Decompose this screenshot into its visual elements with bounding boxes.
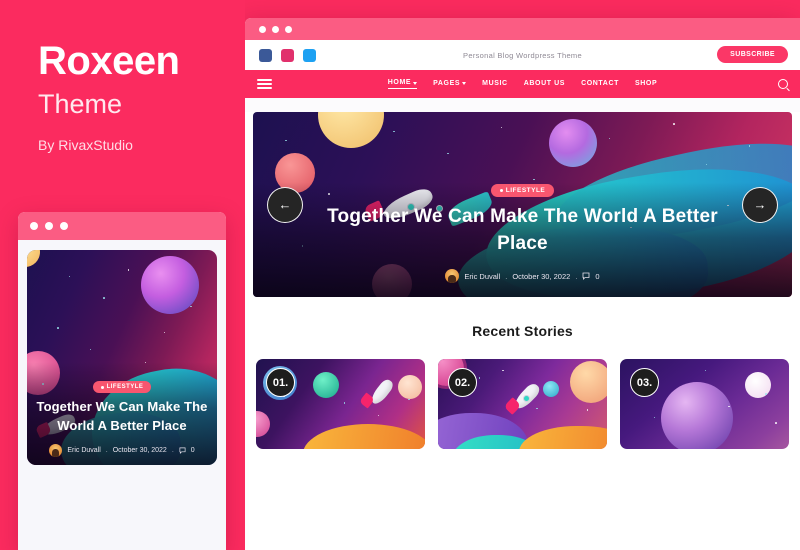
story-grid: 01. 02. 03. [245,341,800,449]
avatar [445,269,460,283]
nav-item-home[interactable]: HOME [387,79,418,89]
meta-separator-2: . [171,447,174,454]
twitter-icon[interactable] [303,48,316,62]
nav-item-music[interactable]: MUSIC [482,80,508,89]
orange-ring [303,423,425,449]
recent-heading-wrap: Recent Stories [245,323,800,341]
window-dot-close[interactable] [259,25,266,33]
window-dot-maximize[interactable] [60,222,68,230]
planet-cream [397,375,422,400]
hero-title[interactable]: Together We Can Make The World A Better … [323,204,723,258]
planet-pink [256,411,271,438]
search-icon[interactable] [778,79,788,89]
site-topbar: Personal Blog Wordpress Theme SUBSCRIBE [245,40,800,70]
badge-dot-icon [100,385,104,389]
post-date: October 30, 2022 [512,271,571,281]
nav-label: HOME [387,79,412,86]
avatar [49,444,63,457]
nav-label: SHOP [634,79,658,87]
menu-icon[interactable] [257,79,272,89]
brand-subtitle: Theme [38,89,123,119]
chevron-down-icon [462,82,467,85]
story-card[interactable]: 03. [620,359,789,449]
browser-chrome-bar [245,18,800,40]
post-date: October 30, 2022 [112,447,167,454]
nav-item-about-us[interactable]: ABOUT US [524,80,565,89]
badge-dot-icon [499,189,503,193]
promo-column: Roxeen Theme By RivaxStudio LIFESTYLE To… [0,0,245,550]
rocket-window [522,395,530,402]
nav-label: CONTACT [581,79,619,87]
brand-author: By RivaxStudio [38,136,133,153]
window-dot-close[interactable] [30,222,38,230]
window-dot-minimize[interactable] [272,25,279,33]
recent-stories-section: Recent Stories 01. 02. 03. [245,297,800,449]
planet-cyan [542,380,559,397]
mobile-mockup: LIFESTYLE Together We Can Make The World… [18,212,226,550]
facebook-icon[interactable] [259,48,272,62]
mobile-bottom-strip [18,465,226,531]
author-name[interactable]: Eric Duvall [464,272,500,281]
badge-label: LIFESTYLE [505,187,546,195]
window-dot-maximize[interactable] [285,25,292,33]
story-number: 03. [630,368,659,397]
hero-overlay: LIFESTYLE Together We Can Make The World… [253,112,792,297]
mobile-chrome-bar [18,212,226,240]
story-card[interactable]: 02. [438,359,607,449]
nav-label: PAGES [433,79,461,87]
hero-category-badge[interactable]: LIFESTYLE [490,184,555,198]
nav-label: ABOUT US [523,79,566,87]
nav-item-shop[interactable]: SHOP [635,80,657,89]
mobile-card-title[interactable]: Together We Can Make The World A Better … [27,398,217,436]
planet-green [313,371,340,398]
meta-separator: . [105,447,108,454]
nav-item-pages[interactable]: PAGES [433,79,467,89]
orange-wave [519,425,607,449]
category-badge[interactable]: LIFESTYLE [92,381,152,394]
mobile-card-overlay: LIFESTYLE Together We Can Make The World… [27,361,217,465]
instagram-icon[interactable] [281,48,294,62]
brand-title: Roxeen [38,39,180,83]
chevron-down-icon [413,81,418,85]
slider-prev-button[interactable]: ← [267,186,303,223]
comment-count: 0 [595,271,600,281]
planet-peach [569,360,607,403]
nav-menu: HOME PAGES MUSIC ABOUT US CONTACT SHOP [245,79,800,89]
nav-label: MUSIC [482,79,508,87]
planet-yellow [27,250,40,268]
planet-large-purple [660,382,733,449]
comment-icon [583,272,590,280]
section-title: Recent Stories [468,323,577,339]
story-number: 02. [448,368,477,397]
brand-block: Roxeen Theme By RivaxStudio [0,0,245,153]
meta-separator: . [505,271,508,281]
browser-mockup: Personal Blog Wordpress Theme SUBSCRIBE … [245,18,800,550]
story-number: 01. [266,368,295,397]
planet-moon [745,371,772,398]
badge-label: LIFESTYLE [106,384,144,391]
comment-count: 0 [190,447,195,454]
author-name[interactable]: Eric Duvall [67,447,100,454]
meta-separator-2: . [575,271,578,281]
mobile-card-meta: Eric Duvall . October 30, 2022 . 0 [49,444,195,457]
nav-item-contact[interactable]: CONTACT [581,80,619,89]
story-card[interactable]: 01. [256,359,425,449]
hero-slider: LIFESTYLE Together We Can Make The World… [253,112,792,297]
subscribe-button[interactable]: SUBSCRIBE [717,46,788,63]
hero-meta: Eric Duvall . October 30, 2022 . 0 [445,269,600,283]
comment-icon [179,447,186,454]
main-navbar: HOME PAGES MUSIC ABOUT US CONTACT SHOP [245,70,800,98]
window-dot-minimize[interactable] [45,222,53,230]
social-links [259,48,316,62]
slider-next-button[interactable]: → [742,186,778,223]
nav-spacer [245,98,800,112]
mobile-featured-card[interactable]: LIFESTYLE Together We Can Make The World… [27,250,217,465]
